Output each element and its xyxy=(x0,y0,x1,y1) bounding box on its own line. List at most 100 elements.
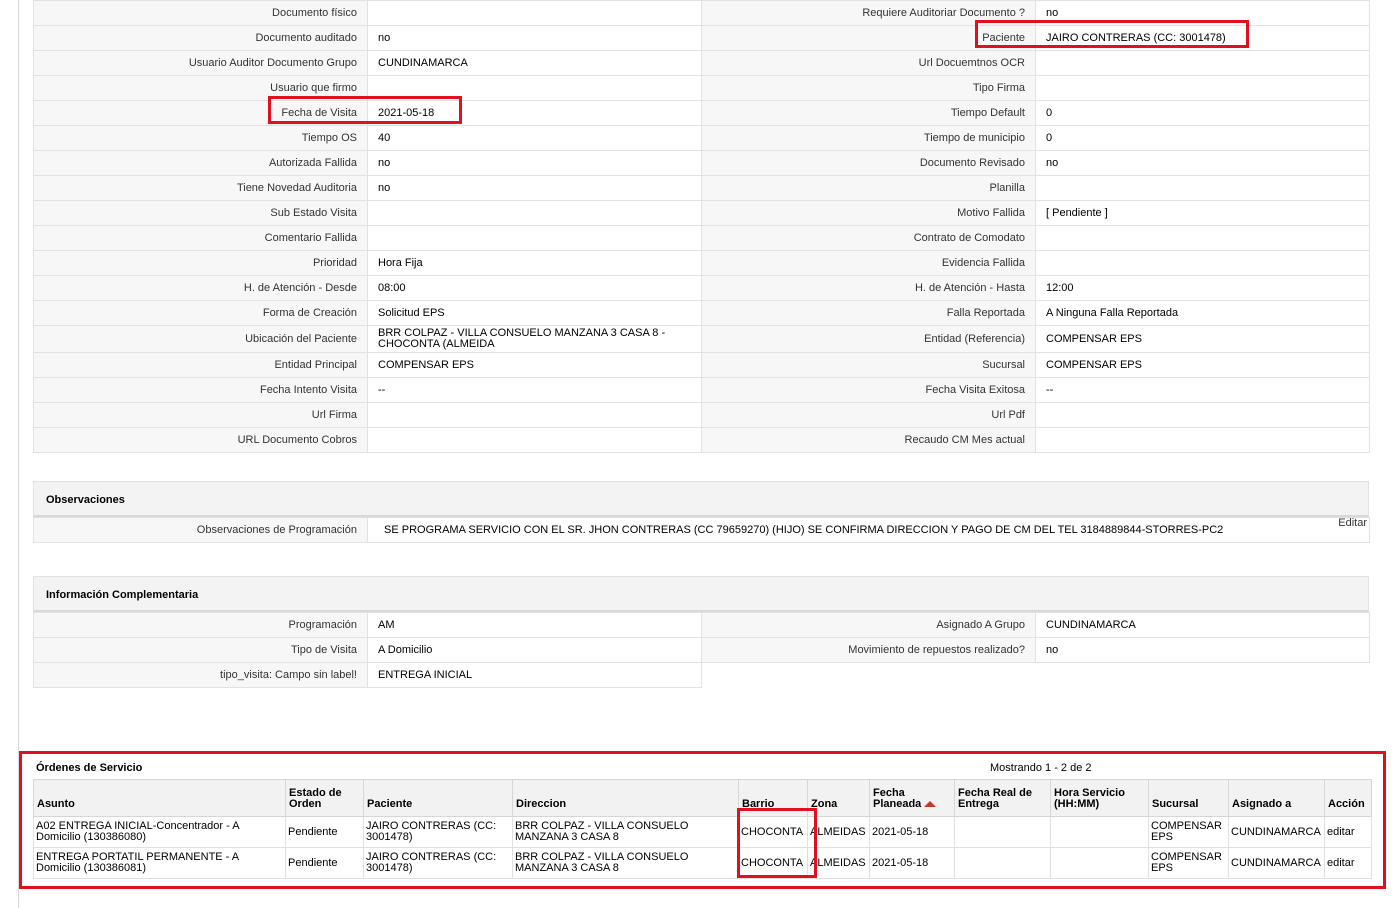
observations-row: Observaciones de Programación SE PROGRAM… xyxy=(33,517,1370,543)
column-header-estado[interactable]: Estado de Orden xyxy=(285,779,364,817)
field-label: Url Docuemtnos OCR xyxy=(701,50,1036,76)
column-header-fecha-real[interactable]: Fecha Real de Entrega xyxy=(954,779,1051,817)
field-value: ENTREGA INICIAL xyxy=(367,662,702,688)
column-header-accion: Acción xyxy=(1324,779,1372,817)
field-label: Url Pdf xyxy=(701,402,1036,428)
edit-observations-link[interactable]: Editar xyxy=(1338,518,1367,529)
detail-row: Fecha Intento Visita -- Fecha Visita Exi… xyxy=(33,377,1370,403)
observations-section: Observaciones Observaciones de Programac… xyxy=(33,481,1370,543)
field-value: [ Pendiente ] xyxy=(1035,200,1370,226)
order-direccion: BRR COLPAZ - VILLA CONSUELO MANZANA 3 CA… xyxy=(512,847,739,879)
left-border-line xyxy=(18,0,19,908)
field-label: Observaciones de Programación xyxy=(33,517,368,543)
field-label: Documento físico xyxy=(33,0,368,26)
field-value xyxy=(1035,402,1370,428)
field-label: Asignado A Grupo xyxy=(701,612,1036,638)
field-value xyxy=(367,0,702,26)
column-header-hora-servicio[interactable]: Hora Servicio (HH:MM) xyxy=(1050,779,1149,817)
column-header-sucursal[interactable]: Sucursal xyxy=(1148,779,1229,817)
order-estado: Pendiente xyxy=(285,847,364,879)
detail-row: Usuario Auditor Documento Grupo CUNDINAM… xyxy=(33,50,1370,76)
column-header-fecha-planeada[interactable]: Fecha Planeada xyxy=(869,779,955,817)
column-header-asignado[interactable]: Asignado a xyxy=(1228,779,1325,817)
column-header-asunto[interactable]: Asunto xyxy=(33,779,286,817)
info-row: tipo_visita: Campo sin label! ENTREGA IN… xyxy=(33,662,1370,688)
complementary-info-section: Información Complementaria Programación … xyxy=(33,576,1370,688)
field-value: BRR COLPAZ - VILLA CONSUELO MANZANA 3 CA… xyxy=(367,325,702,353)
info-row: Tipo de Visita A Domicilio Movimiento de… xyxy=(33,637,1370,663)
edit-order-link[interactable]: editar xyxy=(1324,847,1372,879)
field-value xyxy=(367,200,702,226)
field-label: Programación xyxy=(33,612,368,638)
field-value: 12:00 xyxy=(1035,275,1370,301)
section-title: Observaciones xyxy=(33,481,1369,517)
field-label: Prioridad xyxy=(33,250,368,276)
observations-value: SE PROGRAMA SERVICIO CON EL SR. JHON CON… xyxy=(384,523,1224,536)
field-label: Forma de Creación xyxy=(33,300,368,326)
table-header-row: Asunto Estado de Orden Paciente Direccio… xyxy=(33,779,1372,817)
field-label: Requiere Auditoriar Documento ? xyxy=(701,0,1036,26)
detail-row: Tiempo OS 40 Tiempo de municipio 0 xyxy=(33,125,1370,151)
detail-row: Autorizada Fallida no Documento Revisado… xyxy=(33,150,1370,176)
service-orders-header: Órdenes de Servicio Mostrando 1 - 2 de 2 xyxy=(33,757,1371,779)
order-fecha-real xyxy=(954,816,1051,848)
order-fecha-planeada: 2021-05-18 xyxy=(869,816,955,848)
detail-row: Documento físico Requiere Auditoriar Doc… xyxy=(33,0,1370,26)
field-value: COMPENSAR EPS xyxy=(367,352,702,378)
field-label: Planilla xyxy=(701,175,1036,201)
order-sucursal: COMPENSAR EPS xyxy=(1148,816,1229,848)
order-estado: Pendiente xyxy=(285,816,364,848)
field-value xyxy=(1035,175,1370,201)
field-label: Ubicación del Paciente xyxy=(33,325,368,353)
detail-row: Forma de Creación Solicitud EPS Falla Re… xyxy=(33,300,1370,326)
table-row: A02 ENTREGA INICIAL-Concentrador - A Dom… xyxy=(33,816,1372,848)
order-barrio: CHOCONTA xyxy=(738,816,808,848)
column-header-zona[interactable]: Zona xyxy=(807,779,870,817)
order-asunto-link[interactable]: ENTREGA PORTATIL PERMANENTE - A Domicili… xyxy=(33,847,286,879)
column-header-barrio[interactable]: Barrio xyxy=(738,779,808,817)
service-orders-table: Asunto Estado de Orden Paciente Direccio… xyxy=(33,779,1372,879)
field-label: Fecha Visita Exitosa xyxy=(701,377,1036,403)
field-label: Documento Revisado xyxy=(701,150,1036,176)
field-label: H. de Atención - Desde xyxy=(33,275,368,301)
field-label: Usuario Auditor Documento Grupo xyxy=(33,50,368,76)
sort-up-icon xyxy=(924,801,937,808)
column-header-direccion[interactable]: Direccion xyxy=(512,779,739,817)
field-value: no xyxy=(367,150,702,176)
field-value xyxy=(1035,50,1370,76)
field-value: CUNDINAMARCA xyxy=(367,50,702,76)
field-label: URL Documento Cobros xyxy=(33,427,368,453)
column-header-paciente[interactable]: Paciente xyxy=(363,779,513,817)
section-title: Información Complementaria xyxy=(33,576,1369,612)
order-asunto-link[interactable]: A02 ENTREGA INICIAL-Concentrador - A Dom… xyxy=(33,816,286,848)
order-paciente: JAIRO CONTRERAS (CC: 3001478) xyxy=(363,847,513,879)
field-value: 0 xyxy=(1035,125,1370,151)
field-label: Tiene Novedad Auditoria xyxy=(33,175,368,201)
field-value: no xyxy=(1035,150,1370,176)
order-sucursal: COMPENSAR EPS xyxy=(1148,847,1229,879)
field-value: -- xyxy=(367,377,702,403)
field-label: Documento auditado xyxy=(33,25,368,51)
visit-date-value: 2021-05-18 xyxy=(367,100,702,126)
field-label: Recaudo CM Mes actual xyxy=(701,427,1036,453)
field-label: Fecha de Visita xyxy=(33,100,368,126)
detail-row: Url Firma Url Pdf xyxy=(33,402,1370,428)
edit-order-link[interactable]: editar xyxy=(1324,816,1372,848)
detail-row: Sub Estado Visita Motivo Fallida [ Pendi… xyxy=(33,200,1370,226)
field-label: Entidad (Referencia) xyxy=(701,325,1036,353)
field-label: Fecha Intento Visita xyxy=(33,377,368,403)
field-label: Contrato de Comodato xyxy=(701,225,1036,251)
detail-row: Fecha de Visita 2021-05-18 Tiempo Defaul… xyxy=(33,100,1370,126)
detail-row: Comentario Fallida Contrato de Comodato xyxy=(33,225,1370,251)
table-row: ENTREGA PORTATIL PERMANENTE - A Domicili… xyxy=(33,847,1372,879)
field-value: CUNDINAMARCA xyxy=(1035,612,1370,638)
field-value: no xyxy=(367,25,702,51)
field-label: Comentario Fallida xyxy=(33,225,368,251)
order-asignado: CUNDINAMARCA xyxy=(1228,847,1325,879)
detail-row: Entidad Principal COMPENSAR EPS Sucursal… xyxy=(33,352,1370,378)
field-value: 08:00 xyxy=(367,275,702,301)
empty-cell xyxy=(701,662,1036,688)
order-hora xyxy=(1050,816,1149,848)
order-zona: ALMEIDAS xyxy=(807,847,870,879)
order-paciente: JAIRO CONTRERAS (CC: 3001478) xyxy=(363,816,513,848)
